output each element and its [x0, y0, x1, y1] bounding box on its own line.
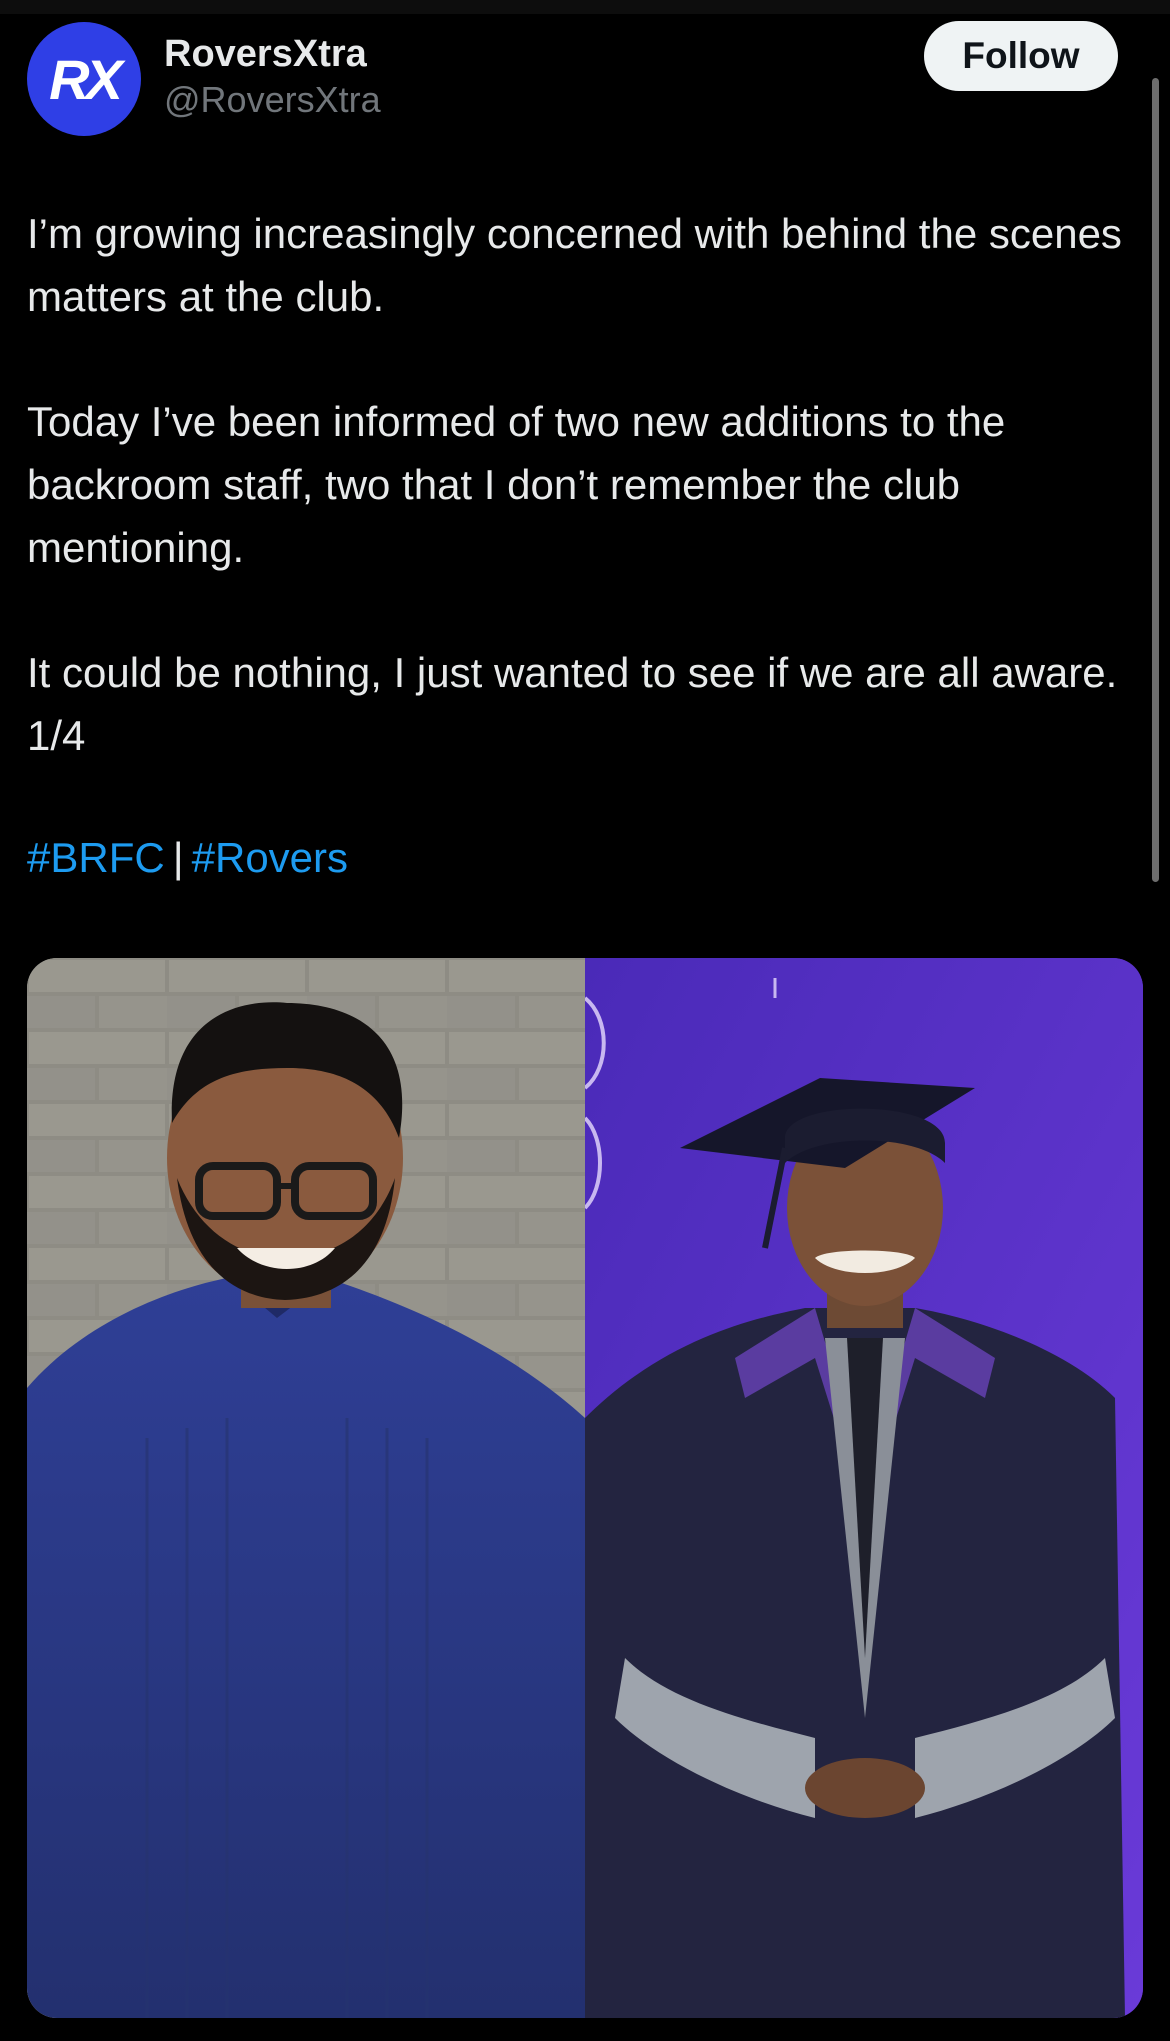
tweet-page: RX RoversXtra @RoversXtra Follow I’m gro… — [0, 0, 1170, 2041]
photo-right[interactable] — [585, 958, 1143, 2018]
hashtag-brfc[interactable]: #BRFC — [27, 834, 165, 881]
photo-person-blue-shirt-icon — [27, 958, 585, 2018]
avatar-logo-text: RX — [49, 47, 123, 111]
tweet-paragraph: It could be nothing, I just wanted to se… — [27, 649, 1118, 759]
hashtag-line: #BRFC | #Rovers — [27, 828, 348, 888]
tweet-paragraph: Today I’ve been informed of two new addi… — [27, 398, 1006, 571]
photo-left[interactable] — [27, 958, 585, 2018]
author-names[interactable]: RoversXtra @RoversXtra — [164, 32, 381, 124]
scrollbar[interactable] — [1152, 78, 1159, 882]
author-handle[interactable]: @RoversXtra — [164, 76, 381, 124]
tweet-paragraph: I’m growing increasingly concerned with … — [27, 210, 1122, 320]
follow-button[interactable]: Follow — [924, 21, 1118, 91]
status-strip — [0, 0, 1170, 14]
photo-person-graduation-gown-icon — [585, 958, 1143, 2018]
hashtag-separator: | — [172, 834, 184, 881]
tweet-media[interactable] — [27, 958, 1143, 2018]
author-display-name[interactable]: RoversXtra — [164, 32, 381, 76]
avatar[interactable]: RX — [27, 22, 141, 136]
hashtag-rovers[interactable]: #Rovers — [192, 834, 348, 881]
tweet-body: I’m growing increasingly concerned with … — [27, 202, 1127, 767]
